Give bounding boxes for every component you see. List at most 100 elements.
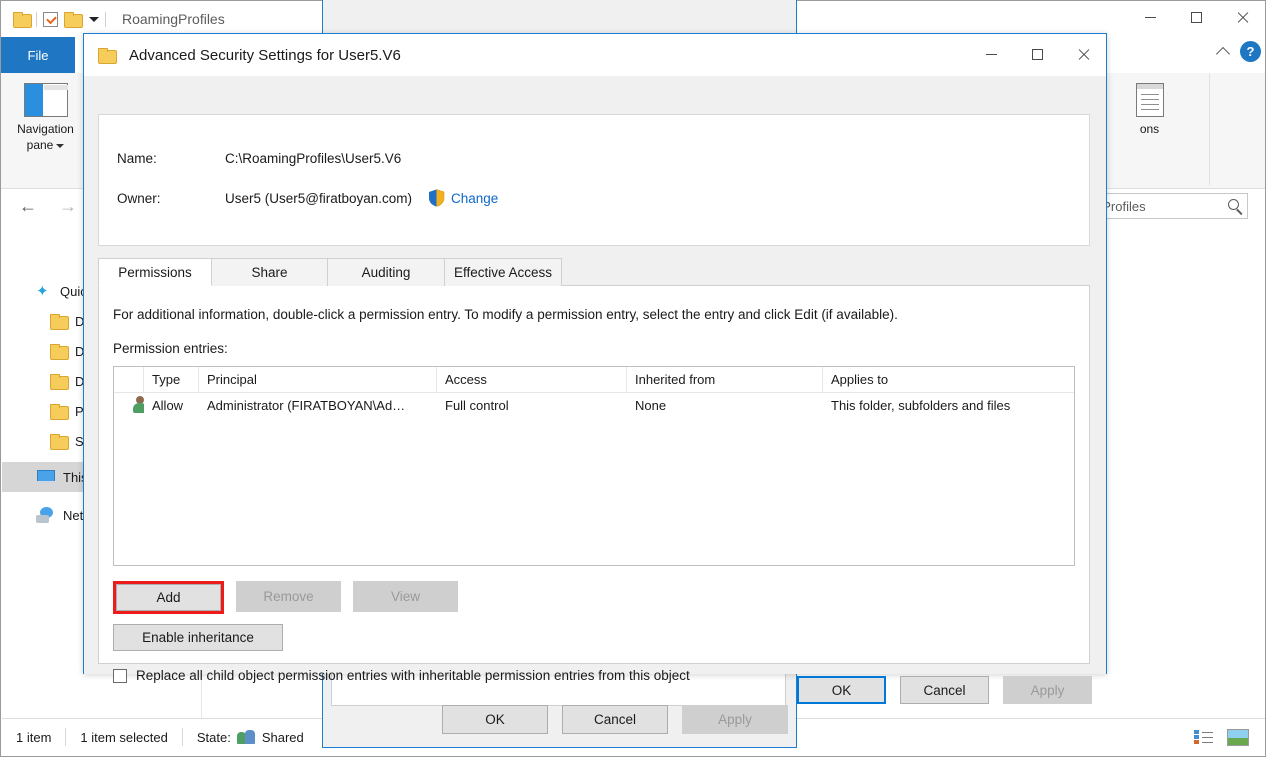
divider <box>36 11 37 27</box>
options-label: ons <box>1139 122 1160 136</box>
minimize-button[interactable] <box>1127 1 1173 33</box>
minimize-icon <box>985 54 997 55</box>
table-header-applies-to: Applies to <box>831 372 889 387</box>
ribbon-group-options: ons <box>1090 73 1210 185</box>
table-header-type: Type <box>144 367 199 393</box>
user-icon <box>132 396 144 413</box>
ribbon-right-controls: ? <box>1215 41 1261 62</box>
chevron-down-icon[interactable] <box>56 143 65 148</box>
table-header-principal: Principal <box>199 367 437 393</box>
owner-value: User5 (User5@firatboyan.com) <box>225 190 413 206</box>
table-header-access: Access <box>437 367 627 393</box>
close-button[interactable] <box>1219 1 1265 33</box>
network-icon <box>36 507 55 523</box>
apply-button: Apply <box>1003 676 1092 704</box>
tab-file[interactable]: File <box>1 37 75 73</box>
permission-entries-label: Permission entries: <box>113 341 228 356</box>
permission-entries-table[interactable]: Type Principal Access Inherited from App… <box>113 366 1075 566</box>
folder-icon[interactable] <box>64 12 83 28</box>
dialog-tabs: Permissions Share Auditing Effective Acc… <box>98 258 1090 286</box>
status-state-value: Shared <box>261 729 304 745</box>
owner-label: Owner: <box>117 190 161 206</box>
chevron-up-icon[interactable] <box>1215 46 1231 61</box>
navigation-pane-label-2: pane <box>26 138 54 152</box>
navigation-pane-label: Navigation <box>17 122 74 136</box>
name-value: C:\RoamingProfiles\User5.V6 <box>225 151 402 166</box>
this-pc-icon <box>36 469 55 485</box>
tab-share[interactable]: Share <box>211 258 328 286</box>
cell-inherited-from: None <box>635 398 667 413</box>
properties-cancel-button[interactable]: Cancel <box>562 705 668 734</box>
dialog-minimize-button[interactable] <box>968 34 1014 75</box>
cancel-button[interactable]: Cancel <box>900 676 989 704</box>
maximize-button[interactable] <box>1173 1 1219 33</box>
tab-effective-access[interactable]: Effective Access <box>444 258 562 286</box>
help-icon[interactable]: ? <box>1240 41 1261 62</box>
maximize-icon <box>1190 11 1202 23</box>
add-button[interactable]: Add <box>116 584 221 611</box>
search-icon[interactable] <box>1228 199 1239 210</box>
dialog-maximize-button[interactable] <box>1014 34 1060 75</box>
status-state-label: State: <box>196 729 231 745</box>
checkbox-checked-icon[interactable] <box>43 11 58 27</box>
folder-icon <box>13 12 32 28</box>
name-row: Name: C:\RoamingProfiles\User5.V6 <box>117 151 401 166</box>
maximize-icon <box>1031 49 1043 60</box>
status-selected-count: 1 item selected <box>80 729 168 745</box>
explorer-window-controls <box>1127 1 1265 33</box>
folder-documents-icon <box>50 374 69 390</box>
properties-ok-button[interactable]: OK <box>442 705 548 734</box>
table-header-inherited-from: Inherited from <box>627 367 823 393</box>
dialog-footer-buttons: OK Cancel Apply <box>797 676 1092 704</box>
remove-button: Remove <box>236 581 341 612</box>
chevron-down-icon[interactable] <box>89 16 99 22</box>
tab-permissions[interactable]: Permissions <box>98 258 212 286</box>
owner-row: Owner: User5 (User5@firatboyan.com) Chan… <box>117 189 498 207</box>
shared-people-icon <box>236 730 256 744</box>
cell-access: Full control <box>445 398 509 413</box>
details-view-icon[interactable] <box>1194 730 1213 744</box>
view-mode-buttons <box>1194 728 1265 746</box>
close-icon <box>1236 11 1249 24</box>
properties-apply-button: Apply <box>682 705 788 734</box>
dialog-close-button[interactable] <box>1060 34 1106 75</box>
advanced-security-settings-dialog: Advanced Security Settings for User5.V6 … <box>83 33 1107 704</box>
permissions-info-text: For additional information, double-click… <box>113 307 898 322</box>
shield-icon <box>428 189 445 207</box>
cell-principal: Administrator (FIRATBOYAN\Ad… <box>207 398 406 413</box>
cell-applies-to: This folder, subfolders and files <box>831 398 1011 413</box>
dialog-title-bar: Advanced Security Settings for User5.V6 <box>84 34 1106 76</box>
add-button-highlight: Add <box>113 581 224 614</box>
view-button: View <box>353 581 458 612</box>
folder-icon <box>50 434 69 450</box>
permissions-panel: For additional information, double-click… <box>98 286 1090 683</box>
dialog-title: Advanced Security Settings for User5.V6 <box>129 46 401 64</box>
table-row[interactable]: Allow Administrator (FIRATBOYAN\Ad… Full… <box>114 393 1074 419</box>
folder-downloads-icon <box>50 344 69 360</box>
nav-forward-button[interactable]: → <box>57 195 79 217</box>
change-owner-link[interactable]: Change <box>451 191 498 206</box>
search-input[interactable]: gProfiles <box>1088 193 1248 219</box>
name-owner-panel: Name: C:\RoamingProfiles\User5.V6 Owner:… <box>98 114 1090 246</box>
navigation-pane-icon[interactable] <box>23 83 68 117</box>
replace-child-permissions-checkbox[interactable] <box>113 668 127 683</box>
sidebar-item-label: Net <box>63 507 84 523</box>
large-icons-view-icon[interactable] <box>1227 728 1249 746</box>
tab-auditing[interactable]: Auditing <box>327 258 445 286</box>
star-icon: ✦ <box>36 282 49 300</box>
close-icon <box>1077 48 1090 61</box>
enable-inheritance-button[interactable]: Enable inheritance <box>113 624 283 651</box>
name-label: Name: <box>117 151 157 166</box>
ribbon-group-navigation-pane: Navigation pane <box>1 73 91 185</box>
options-icon[interactable] <box>1135 83 1164 117</box>
ok-button[interactable]: OK <box>797 676 886 704</box>
folder-pictures-icon <box>50 404 69 420</box>
replace-child-permissions-row[interactable]: Replace all child object permission entr… <box>113 668 690 683</box>
nav-back-button[interactable]: ← <box>17 195 39 217</box>
table-header: Type Principal Access Inherited from App… <box>114 367 1074 393</box>
properties-dialog-buttons: OK Cancel Apply <box>323 705 796 737</box>
dialog-window-controls <box>968 34 1106 75</box>
permission-action-buttons: Add Remove View <box>113 581 458 614</box>
folder-desktop-icon <box>50 314 69 330</box>
minimize-icon <box>1144 16 1156 18</box>
